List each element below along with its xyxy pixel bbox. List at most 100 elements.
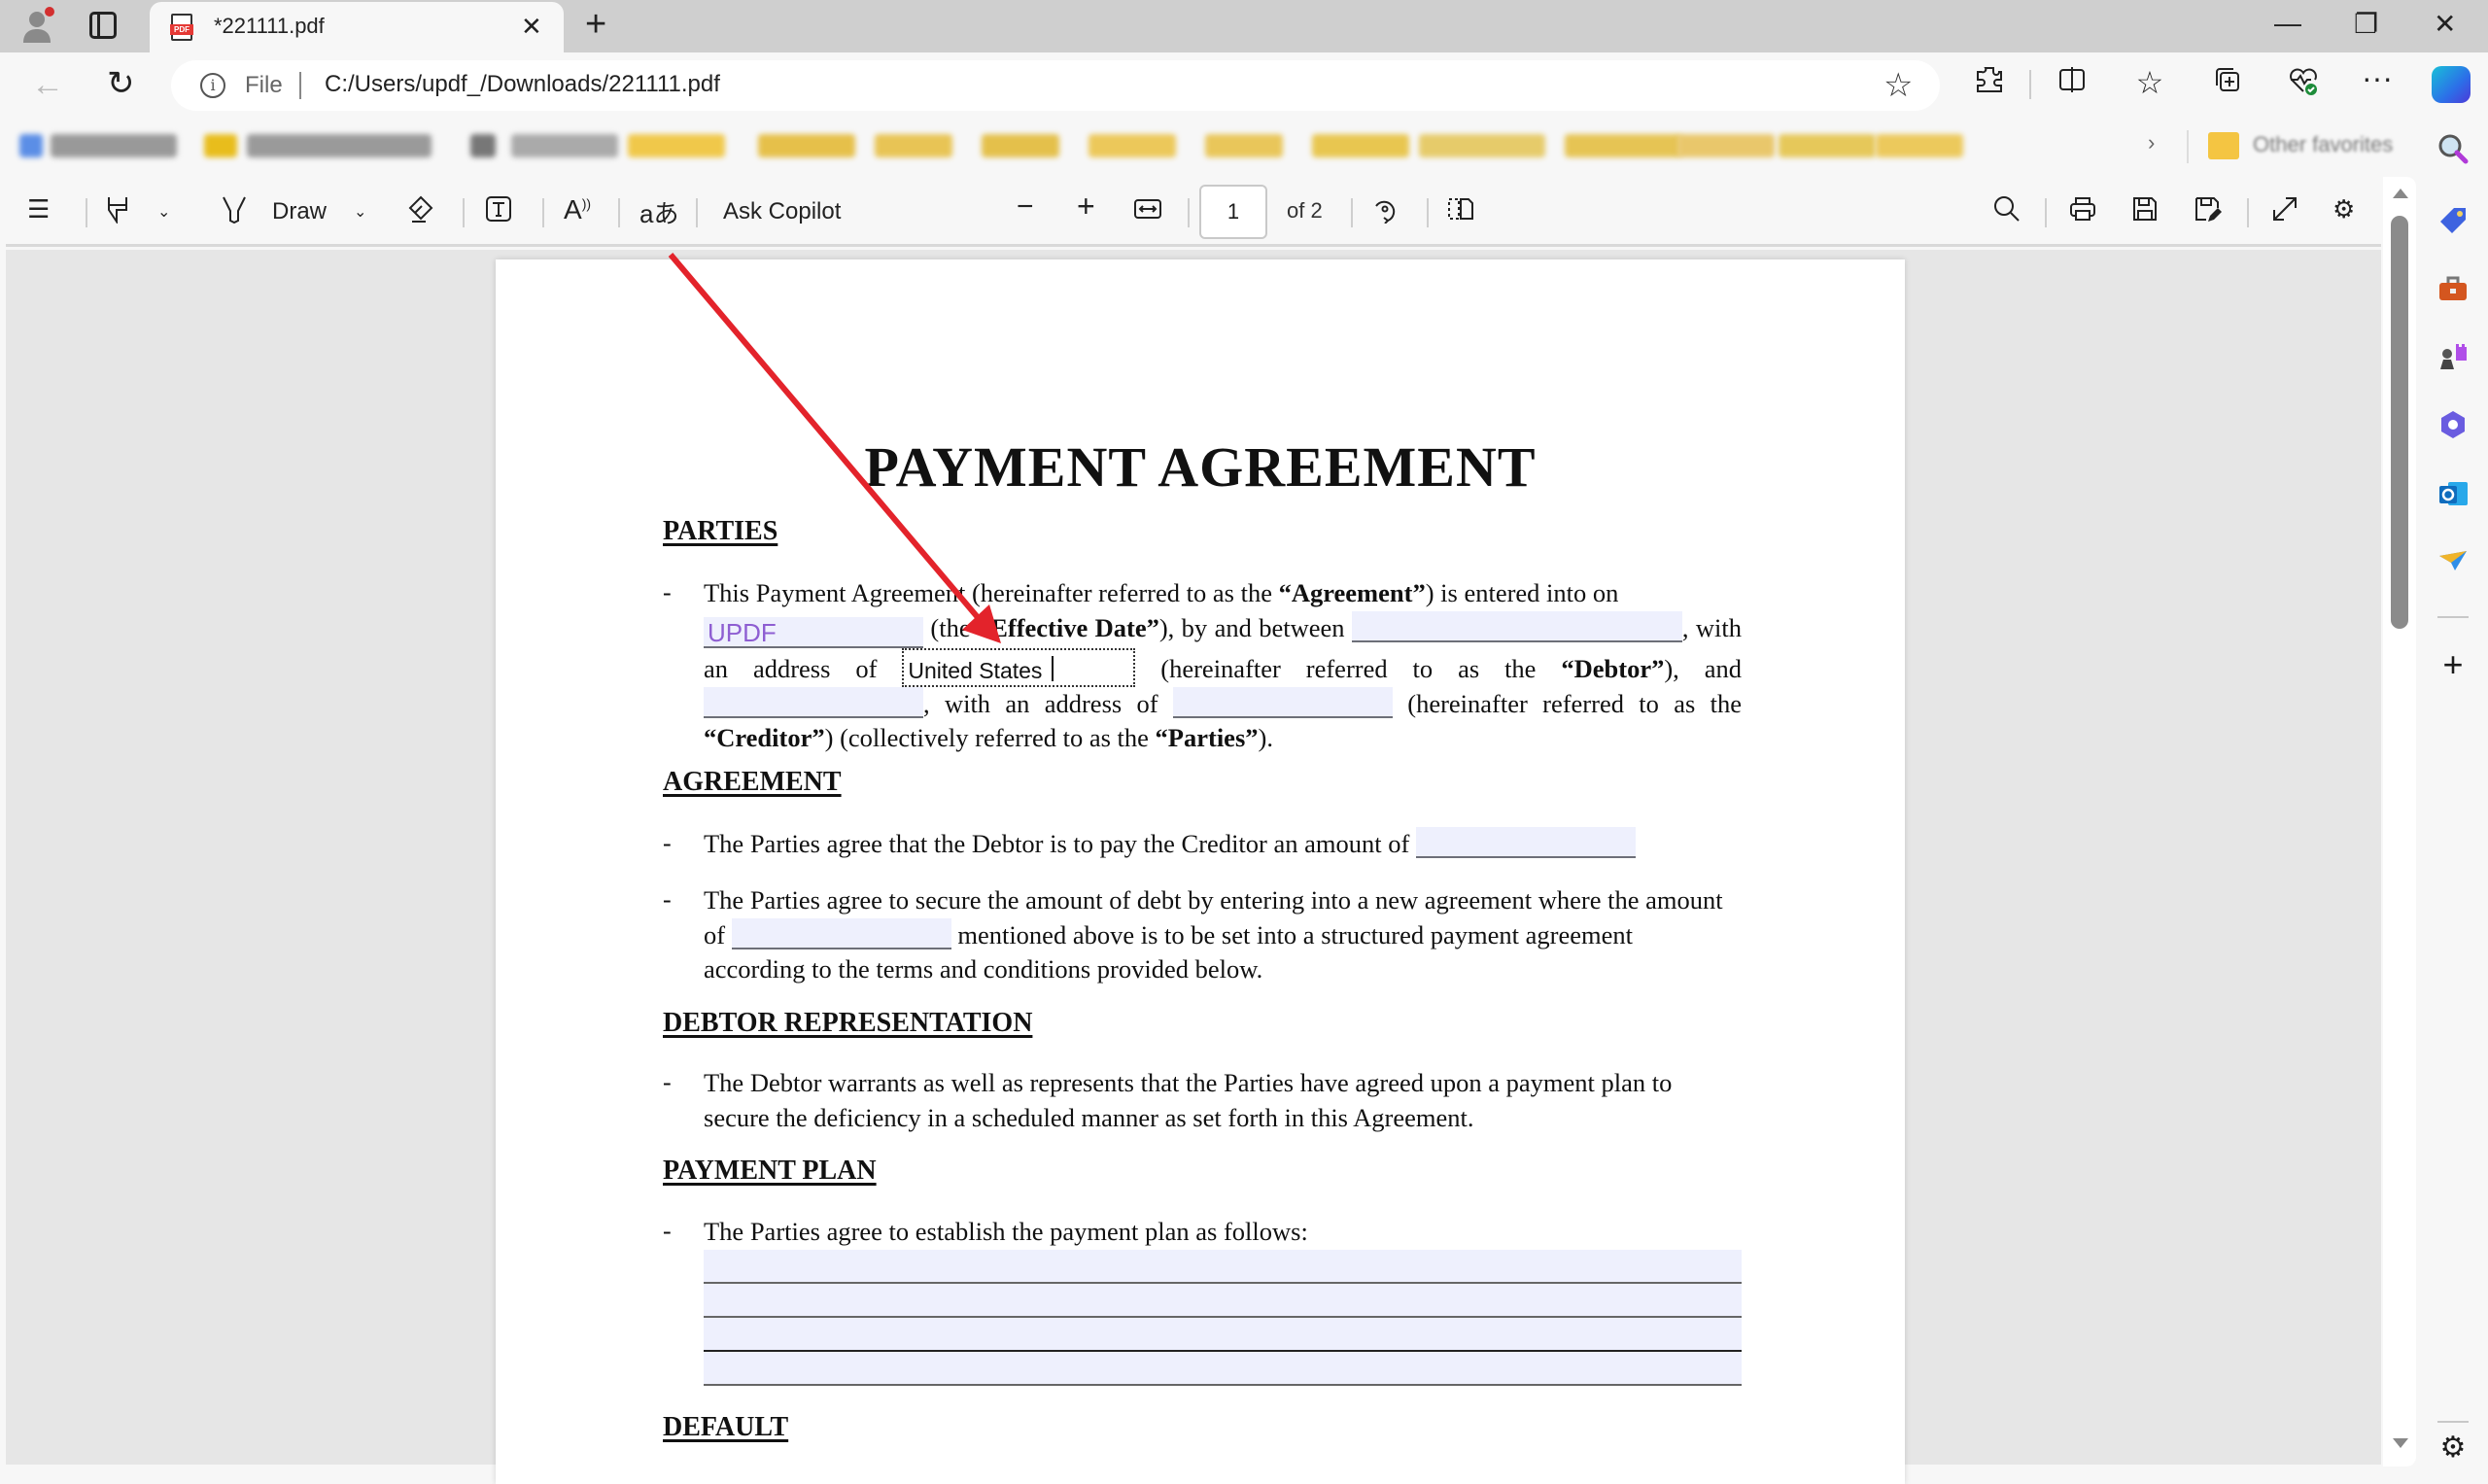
favorite-item[interactable] [1205,134,1283,157]
save-icon[interactable] [2130,194,2160,230]
browser-essentials-icon[interactable] [2284,64,2323,105]
other-favorites-folder[interactable]: Other favorites [2253,132,2393,157]
sidebar-outlook-icon[interactable] [2434,476,2472,515]
extensions-icon[interactable] [1970,64,2009,103]
info-icon[interactable]: i [200,73,225,98]
navigation-bar: ← ↻ i File C:/Users/updf_/Downloads/2211… [0,52,2488,121]
fullscreen-icon[interactable] [2270,194,2299,230]
favorite-item-icon[interactable] [470,134,496,157]
payment-plan-field-line-2[interactable] [704,1284,1742,1318]
favorite-item[interactable] [1312,134,1409,157]
favorite-item-icon[interactable] [19,134,43,157]
sidebar-tools-icon[interactable] [2434,272,2472,311]
close-window-button[interactable]: ✕ [2434,8,2456,40]
pdf-settings-gear-icon[interactable]: ⚙ [2332,194,2355,224]
scroll-up-arrow[interactable] [2393,189,2408,198]
payment-plan-field-line-4[interactable] [704,1352,1742,1386]
sidebar-search-icon[interactable] [2434,132,2472,171]
payment-plan-field-line-3[interactable] [704,1318,1742,1352]
sidebar-divider [2437,616,2469,618]
sidebar-microsoft365-icon[interactable] [2434,408,2472,447]
vertical-scrollbar[interactable] [2383,177,2416,1467]
save-as-icon[interactable] [2193,194,2222,230]
effective-date-field[interactable]: UPDF [704,616,923,648]
highlight-dropdown-chevron[interactable]: ⌄ [157,202,170,222]
address-bar[interactable]: i File C:/Users/updf_/Downloads/221111.p… [171,60,1940,111]
favorite-item[interactable] [1677,134,1775,157]
zoom-in-button[interactable]: + [1077,189,1095,224]
fit-to-width-icon[interactable] [1133,194,1162,230]
sidebar-shopping-icon[interactable] [2434,204,2472,243]
favorite-item[interactable] [511,134,618,157]
tab-strip: PDF *221111.pdf ✕ + — ❐ ✕ [0,0,2488,52]
favorite-item[interactable] [1779,134,1876,157]
copilot-icon[interactable] [2432,66,2471,103]
toolbar-divider [2029,70,2031,99]
collections-icon[interactable] [2208,64,2247,103]
restore-button[interactable]: ❐ [2354,8,2378,40]
eraser-icon[interactable] [406,194,435,230]
amount-field-2[interactable] [731,917,951,949]
favorite-item[interactable] [758,134,855,157]
draw-pen-icon[interactable] [220,194,249,230]
favorite-item[interactable] [1419,134,1545,157]
add-favorite-star-icon[interactable]: ☆ [1883,66,1913,105]
add-text-icon[interactable] [484,194,513,230]
favorite-item[interactable] [1088,134,1176,157]
toolbar-divider [696,198,698,227]
table-of-contents-icon[interactable]: ☰ [27,194,50,224]
debtor-address-field[interactable]: United States [902,647,1136,687]
amount-field[interactable] [1415,827,1636,858]
page-view-icon[interactable] [1446,194,1475,230]
url-text[interactable]: C:/Users/updf_/Downloads/221111.pdf [325,71,720,98]
tab-close-icon[interactable]: ✕ [521,12,542,42]
tab-active[interactable]: PDF *221111.pdf ✕ [150,2,564,52]
read-aloud-icon[interactable]: A)) [564,194,591,225]
more-options-icon[interactable]: ··· [2358,60,2397,96]
scrollbar-thumb[interactable] [2391,216,2408,629]
creditor-name-field[interactable] [704,686,923,718]
find-search-icon[interactable] [1992,194,2022,230]
section-heading-debtor-representation: DEBTOR REPRESENTATION [663,1008,1033,1038]
favorite-item[interactable] [628,134,725,157]
sidebar-games-icon[interactable] [2434,340,2472,379]
draw-button[interactable]: Draw [272,198,327,225]
favorites-overflow-chevron[interactable]: › [2148,130,2155,155]
toolbar-divider [463,198,465,227]
sidebar-settings-gear-icon[interactable]: ⚙ [2434,1429,2472,1467]
toolbar-divider [2247,198,2249,227]
favorite-item[interactable] [51,134,177,157]
favorite-item[interactable] [875,134,952,157]
favorite-item-icon[interactable] [204,134,237,157]
translate-icon[interactable]: aあ [639,194,678,230]
back-arrow-icon[interactable]: ← [31,66,64,104]
rotate-icon[interactable] [1370,194,1400,230]
pdf-file-icon: PDF [170,14,193,41]
pdf-viewer[interactable]: PAYMENT AGREEMENT PARTIES - This Payment… [6,250,2381,1484]
scroll-down-arrow[interactable] [2393,1438,2408,1448]
payment-plan-field-line-1[interactable] [704,1250,1742,1284]
profile-avatar-icon[interactable] [19,6,58,45]
minimize-button[interactable]: — [2274,8,2301,39]
debtor-name-field[interactable] [1351,610,1682,642]
tab-actions-icon[interactable] [89,12,117,39]
favorite-item[interactable] [1565,134,1681,157]
favorite-item[interactable] [1876,134,1963,157]
section-heading-payment-plan: PAYMENT PLAN [663,1156,877,1186]
creditor-address-field[interactable] [1172,686,1393,718]
favorite-item[interactable] [247,134,432,157]
favorites-icon[interactable]: ☆ [2130,64,2169,101]
sidebar-drop-icon[interactable] [2434,544,2472,583]
new-tab-button[interactable]: + [585,4,606,46]
split-screen-icon[interactable] [2053,64,2091,103]
highlight-icon[interactable] [103,194,132,230]
draw-dropdown-chevron[interactable]: ⌄ [354,202,366,222]
ask-copilot-button[interactable]: Ask Copilot [723,198,841,225]
sidebar-add-icon[interactable]: + [2434,645,2472,684]
page-number-input[interactable]: 1 [1199,185,1267,239]
reload-icon[interactable]: ↻ [107,64,135,103]
zoom-out-button[interactable]: − [1017,190,1034,224]
text: ) is entered into on [1425,578,1619,607]
print-icon[interactable] [2068,194,2097,230]
favorite-item[interactable] [982,134,1059,157]
